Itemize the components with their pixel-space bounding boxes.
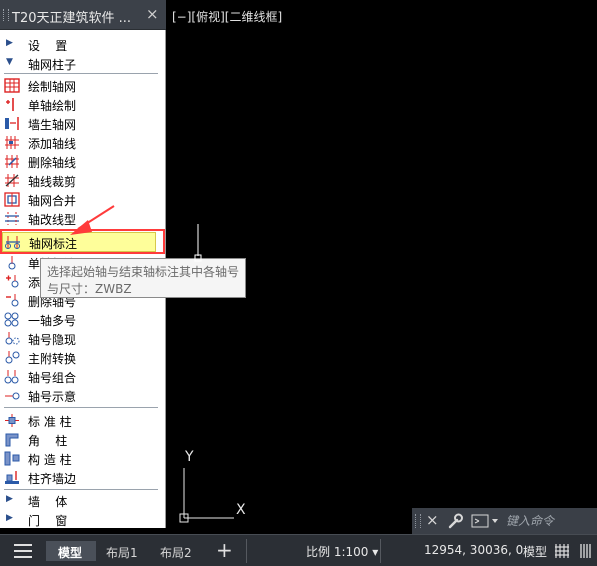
drag-grip-icon[interactable] <box>3 9 9 21</box>
model-space-toggle[interactable]: 模型 <box>523 543 547 560</box>
menu-item-delete-axis[interactable]: 删除轴线 <box>0 152 160 171</box>
grid-draw-icon <box>4 78 20 93</box>
grid-icon[interactable] <box>555 544 569 558</box>
trim-axis-icon <box>5 174 19 187</box>
multi-number-icon <box>4 312 19 327</box>
menu-item-add-axis[interactable]: 添加轴线 <box>0 133 160 152</box>
ucs-y-label: Y <box>185 449 194 465</box>
viewport-controls[interactable]: [−][俯视][二维线框] <box>172 8 282 25</box>
close-icon[interactable]: × <box>426 511 439 529</box>
menu-item-convert[interactable]: 主附转换 <box>0 348 160 367</box>
menu-item-single-axis[interactable]: 单轴绘制 <box>0 95 160 114</box>
divider <box>4 489 158 490</box>
menu-icon[interactable] <box>14 544 32 558</box>
corner-column-icon <box>5 433 19 447</box>
menu-item-trim-axis[interactable]: 轴线裁剪 <box>0 171 160 190</box>
add-number-icon <box>6 275 19 288</box>
align-column-icon <box>5 471 19 484</box>
delete-axis-icon <box>5 155 19 168</box>
menu-item-corner-column[interactable]: 角 柱 <box>0 430 160 449</box>
grid-dimension-icon <box>5 236 20 249</box>
convert-icon <box>5 351 20 364</box>
single-dim-icon <box>8 256 16 270</box>
menu-item-align-column[interactable]: 柱齐墙边 <box>0 468 160 487</box>
tab-model[interactable]: 模型 <box>46 541 96 561</box>
divider <box>4 407 158 408</box>
callout-arrow-icon <box>70 205 115 235</box>
menu-item-multi-number[interactable]: 一轴多号 <box>0 310 160 329</box>
drag-grip-icon[interactable] <box>415 514 421 528</box>
command-prompt-icon[interactable] <box>471 513 501 529</box>
delete-number-icon <box>6 294 19 307</box>
menu-item-wall-grid[interactable]: 墙生轴网 <box>0 114 160 133</box>
wall-grid-icon <box>5 117 19 130</box>
add-axis-icon <box>5 136 19 149</box>
category-doors-windows[interactable]: ▶ 门 窗 <box>0 510 160 528</box>
snap-icon[interactable] <box>580 544 592 558</box>
status-bar: 模型 布局1 布局2 + 比例 1:100 ▾ 12954, 30036, 0 … <box>0 534 597 566</box>
tab-layout2[interactable]: 布局2 <box>154 541 202 561</box>
expand-arrow-icon: ▶ <box>6 38 13 48</box>
merge-grid-icon <box>4 192 20 207</box>
tab-layout1[interactable]: 布局1 <box>100 541 148 561</box>
panel-title: T20天正建筑软件 ... <box>12 11 132 26</box>
ucs-x-label: X <box>236 502 246 518</box>
number-sketch-icon <box>5 392 20 400</box>
structural-column-icon <box>4 451 20 466</box>
menu-item-number-sketch[interactable]: 轴号示意 <box>0 386 160 405</box>
coordinate-readout: 12954, 30036, 0 <box>424 543 524 557</box>
menu-item-structural-column[interactable]: 构 造 柱 <box>0 449 160 468</box>
category-settings[interactable]: ▶ 设 置 <box>0 35 160 53</box>
crosshair-cursor-icon <box>194 224 202 262</box>
panel-title-bar[interactable]: T20天正建筑软件 ... × <box>0 0 166 30</box>
collapse-arrow-icon: ▼ <box>6 57 13 67</box>
divider <box>4 73 158 74</box>
single-axis-icon <box>6 98 14 111</box>
add-layout-button[interactable]: + <box>216 538 233 562</box>
expand-arrow-icon: ▶ <box>6 513 13 523</box>
tooltip: 选择起始轴与结束轴标注其中各轴号 与尺寸：ZWBZ <box>40 258 246 298</box>
expand-arrow-icon: ▶ <box>6 494 13 504</box>
close-icon[interactable]: × <box>146 5 159 23</box>
category-grid-columns[interactable]: ▼ 轴网柱子 <box>0 54 160 72</box>
category-walls[interactable]: ▶ 墙 体 <box>0 491 160 509</box>
wrench-icon[interactable] <box>446 512 464 530</box>
menu-item-draw-grid[interactable]: 绘制轴网 <box>0 76 160 95</box>
combine-number-icon <box>4 370 19 384</box>
linetype-icon <box>5 212 19 225</box>
menu-item-combine-number[interactable]: 轴号组合 <box>0 367 160 386</box>
scale-dropdown[interactable]: 比例 1:100 ▾ <box>306 543 378 560</box>
menu-item-standard-column[interactable]: 标 准 柱 <box>0 411 160 430</box>
menu-item-hide-number[interactable]: 轴号隐现 <box>0 329 160 348</box>
standard-column-icon <box>5 414 19 427</box>
hide-number-icon <box>5 332 20 345</box>
command-input[interactable]: 键入命令 <box>506 512 554 529</box>
command-bar: × 键入命令 <box>412 508 597 534</box>
